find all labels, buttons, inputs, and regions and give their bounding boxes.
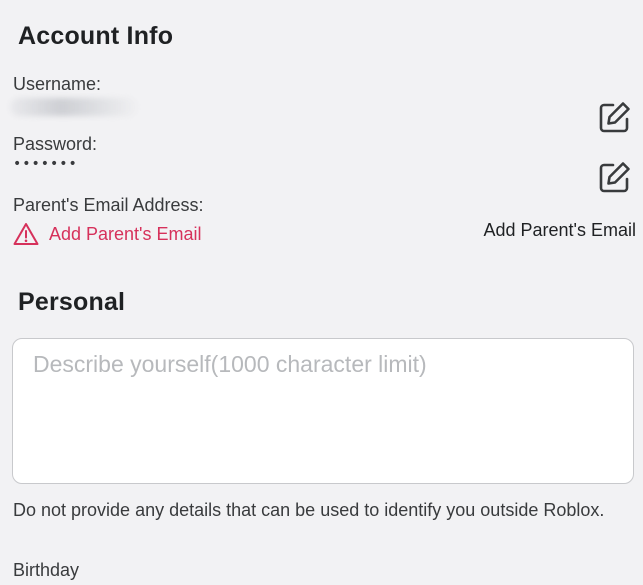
personal-heading: Personal: [18, 288, 126, 316]
edit-username-icon[interactable]: [596, 100, 632, 136]
birthday-label: Birthday: [13, 560, 80, 580]
edit-password-icon[interactable]: [596, 160, 632, 196]
edit-icon: [599, 102, 630, 133]
account-info-heading: Account Info: [18, 22, 174, 50]
add-parent-email-link-label: Add Parent's Email: [49, 223, 202, 244]
password-label: Password:: [13, 134, 98, 154]
warning-triangle-icon: [13, 223, 39, 245]
add-parent-email-button[interactable]: Add Parent's Email: [483, 220, 636, 241]
password-value: •••••••: [13, 156, 78, 172]
username-value-blurred: [10, 98, 138, 116]
description-input[interactable]: [12, 338, 634, 484]
parent-email-label: Parent's Email Address:: [13, 195, 204, 215]
account-settings-page: Account Info Username: Password: •••••••…: [0, 0, 643, 585]
add-parent-email-link[interactable]: Add Parent's Email: [13, 222, 202, 246]
edit-icon: [599, 162, 630, 193]
username-label: Username:: [13, 74, 102, 94]
privacy-note: Do not provide any details that can be u…: [13, 500, 605, 520]
